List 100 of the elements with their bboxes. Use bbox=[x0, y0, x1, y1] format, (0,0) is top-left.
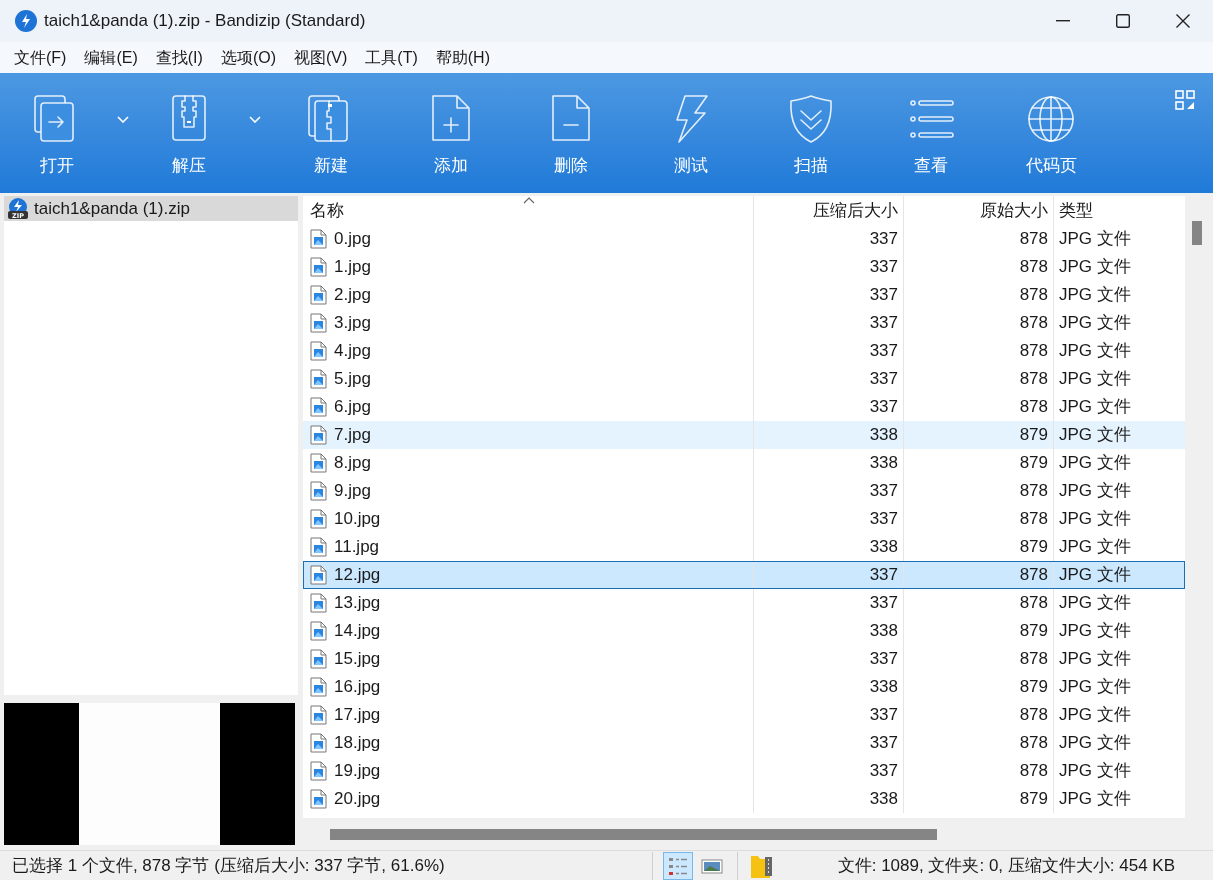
file-name: 4.jpg bbox=[334, 340, 371, 363]
image-file-icon bbox=[310, 453, 327, 473]
image-file-icon bbox=[310, 257, 327, 277]
column-header[interactable]: 压缩后大小 bbox=[753, 196, 903, 225]
packed-size-cell: 337 bbox=[753, 309, 903, 337]
file-name: 20.jpg bbox=[334, 788, 381, 811]
image-file-icon bbox=[310, 537, 327, 557]
toolbar-button[interactable]: 新建 bbox=[271, 93, 391, 179]
toolbar-button[interactable]: 添加 bbox=[391, 93, 511, 179]
original-size-cell: 878 bbox=[903, 365, 1053, 393]
file-name: 18.jpg bbox=[334, 732, 381, 755]
packed-size-cell: 337 bbox=[753, 561, 903, 589]
original-size-cell: 878 bbox=[903, 281, 1053, 309]
file-name: 14.jpg bbox=[334, 620, 381, 643]
globe-icon bbox=[1025, 93, 1077, 145]
image-file-icon bbox=[310, 397, 327, 417]
packed-size-cell: 337 bbox=[753, 281, 903, 309]
packed-size-cell: 337 bbox=[753, 337, 903, 365]
original-size-cell: 878 bbox=[903, 225, 1053, 253]
toolbar-button[interactable]: 删除 bbox=[511, 93, 631, 179]
image-file-icon bbox=[310, 677, 327, 697]
image-file-icon bbox=[310, 649, 327, 669]
file-name: 3.jpg bbox=[334, 312, 371, 335]
window-title: taich1&panda (1).zip - Bandizip (Standard) bbox=[44, 10, 366, 33]
original-size-cell: 878 bbox=[903, 757, 1053, 785]
original-size-cell: 878 bbox=[903, 253, 1053, 281]
packed-size-cell: 337 bbox=[753, 225, 903, 253]
file-row[interactable]: 9.jpg 337 878 JPG 文件 bbox=[303, 477, 1185, 505]
toolbar-button[interactable]: 打开 bbox=[7, 93, 107, 179]
file-row[interactable]: 4.jpg 337 878 JPG 文件 bbox=[303, 337, 1185, 365]
file-row[interactable]: 2.jpg 337 878 JPG 文件 bbox=[303, 281, 1185, 309]
menu-item[interactable]: 视图(V) bbox=[285, 43, 357, 72]
file-row[interactable]: 16.jpg 338 879 JPG 文件 bbox=[303, 673, 1185, 701]
file-row[interactable]: 1.jpg 337 878 JPG 文件 bbox=[303, 253, 1185, 281]
menu-item[interactable]: 帮助(H) bbox=[426, 43, 499, 72]
image-file-icon bbox=[310, 229, 327, 249]
file-row[interactable]: 18.jpg 337 878 JPG 文件 bbox=[303, 729, 1185, 757]
file-row[interactable]: 8.jpg 338 879 JPG 文件 bbox=[303, 449, 1185, 477]
toolbar-button[interactable]: 扫描 bbox=[751, 93, 871, 179]
file-name: 6.jpg bbox=[334, 396, 371, 419]
file-name: 17.jpg bbox=[334, 704, 381, 727]
image-file-icon bbox=[310, 705, 327, 725]
archive-summary: 文件: 1089, 文件夹: 0, 压缩文件大小: 454 KB bbox=[837, 854, 1175, 877]
close-icon bbox=[1176, 14, 1190, 28]
menu-item[interactable]: 查找(I) bbox=[146, 43, 212, 72]
menu-item[interactable]: 文件(F) bbox=[5, 43, 76, 72]
layout-button[interactable] bbox=[1175, 90, 1195, 110]
column-header[interactable]: 原始大小 bbox=[903, 196, 1053, 225]
packed-size-cell: 338 bbox=[753, 617, 903, 645]
image-file-icon bbox=[310, 565, 327, 585]
file-name: 12.jpg bbox=[334, 564, 381, 587]
file-name: 7.jpg bbox=[334, 424, 371, 447]
image-file-icon bbox=[310, 733, 327, 753]
file-row[interactable]: 20.jpg 338 879 JPG 文件 bbox=[303, 785, 1185, 813]
packed-size-cell: 337 bbox=[753, 645, 903, 673]
file-name: 5.jpg bbox=[334, 368, 371, 391]
packed-size-cell: 337 bbox=[753, 729, 903, 757]
file-row[interactable]: 19.jpg 337 878 JPG 文件 bbox=[303, 757, 1185, 785]
menu-item[interactable]: 选项(O) bbox=[211, 43, 285, 72]
vertical-scrollbar-thumb[interactable] bbox=[1192, 221, 1202, 245]
image-file-icon bbox=[310, 313, 327, 333]
menu-item[interactable]: 工具(T) bbox=[356, 43, 427, 72]
file-row[interactable]: 3.jpg 337 878 JPG 文件 bbox=[303, 309, 1185, 337]
original-size-cell: 878 bbox=[903, 337, 1053, 365]
image-file-icon bbox=[310, 761, 327, 781]
minimize-icon bbox=[1056, 20, 1070, 22]
file-row[interactable]: 7.jpg 338 879 JPG 文件 bbox=[303, 421, 1185, 449]
file-row[interactable]: 12.jpg 337 878 JPG 文件 bbox=[303, 561, 1185, 589]
packed-size-cell: 338 bbox=[753, 785, 903, 813]
file-row[interactable]: 13.jpg 337 878 JPG 文件 bbox=[303, 589, 1185, 617]
toolbar-button[interactable]: 解压 bbox=[139, 93, 239, 179]
file-row[interactable]: 0.jpg 337 878 JPG 文件 bbox=[303, 225, 1185, 253]
file-name: 1.jpg bbox=[334, 256, 371, 279]
image-file-icon bbox=[310, 425, 327, 445]
toolbar-button[interactable]: 代码页 bbox=[991, 93, 1111, 179]
toolbar-button[interactable]: 测试 bbox=[631, 93, 751, 179]
original-size-cell: 879 bbox=[903, 421, 1053, 449]
menu-item[interactable]: 编辑(E) bbox=[75, 43, 147, 72]
original-size-cell: 878 bbox=[903, 561, 1053, 589]
file-name: 9.jpg bbox=[334, 480, 371, 503]
image-file-icon bbox=[310, 341, 327, 361]
file-row[interactable]: 14.jpg 338 879 JPG 文件 bbox=[303, 617, 1185, 645]
file-name: 0.jpg bbox=[334, 228, 371, 251]
file-row[interactable]: 17.jpg 337 878 JPG 文件 bbox=[303, 701, 1185, 729]
original-size-cell: 879 bbox=[903, 617, 1053, 645]
file-name: 2.jpg bbox=[334, 284, 371, 307]
column-header[interactable]: 名称 bbox=[303, 196, 753, 225]
file-row[interactable]: 5.jpg 337 878 JPG 文件 bbox=[303, 365, 1185, 393]
image-file-icon bbox=[310, 481, 327, 501]
packed-size-cell: 337 bbox=[753, 365, 903, 393]
packed-size-cell: 337 bbox=[753, 757, 903, 785]
packed-size-cell: 338 bbox=[753, 673, 903, 701]
horizontal-scrollbar-thumb[interactable] bbox=[330, 828, 937, 840]
view-toggle[interactable] bbox=[663, 851, 693, 880]
toolbar-button[interactable]: 查看 bbox=[871, 93, 991, 179]
packed-size-cell: 337 bbox=[753, 589, 903, 617]
packed-size-cell: 337 bbox=[753, 701, 903, 729]
file-row[interactable]: 15.jpg 337 878 JPG 文件 bbox=[303, 645, 1185, 673]
original-size-cell: 878 bbox=[903, 701, 1053, 729]
file-row[interactable]: 10.jpg 337 878 JPG 文件 bbox=[303, 505, 1185, 533]
